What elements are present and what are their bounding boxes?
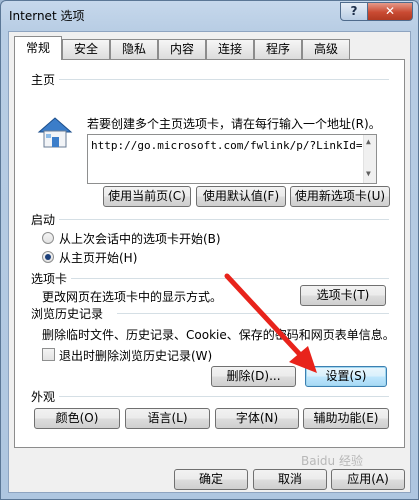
dialog-client: 常规 安全 隐私 内容 连接 程序 高级 主页 若要创建多个主页选项卡，请在每行… (8, 31, 411, 493)
tab-privacy[interactable]: 隐私 (110, 39, 158, 59)
tab-content[interactable]: 内容 (158, 39, 206, 59)
title-bar[interactable]: Internet 选项 ? ✕ (1, 1, 418, 31)
tab-security[interactable]: 安全 (62, 39, 110, 59)
general-tab-panel: 主页 若要创建多个主页选项卡，请在每行输入一个地址(R)。 http://go.… (14, 59, 405, 448)
ok-button[interactable]: 确定 (174, 469, 248, 490)
close-button[interactable]: ✕ (367, 2, 413, 21)
apply-button[interactable]: 应用(A) (331, 469, 405, 490)
annotation-arrow (224, 273, 317, 373)
tab-connections[interactable]: 连接 (206, 39, 254, 59)
tab-programs[interactable]: 程序 (254, 39, 302, 59)
window-title: Internet 选项 (9, 9, 85, 23)
cancel-button[interactable]: 取消 (253, 469, 327, 490)
watermark: Baidu 经验 (301, 454, 363, 468)
help-button[interactable]: ? (340, 2, 368, 21)
internet-options-window: Internet 选项 ? ✕ 常规 安全 隐私 内容 连接 程序 高级 主页 … (0, 0, 419, 500)
tab-advanced[interactable]: 高级 (302, 39, 350, 59)
arrow-shaft (224, 273, 308, 363)
tab-general[interactable]: 常规 (14, 36, 62, 60)
